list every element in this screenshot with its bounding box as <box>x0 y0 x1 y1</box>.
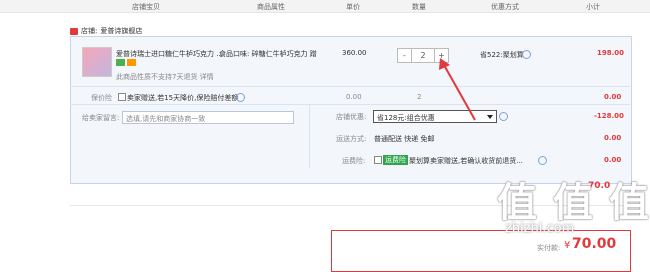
product-title[interactable]: 爱普诗瑞士进口糖仁牛栌巧克力 ... <box>116 49 223 59</box>
unit-price: 360.00 <box>342 49 367 57</box>
return-note[interactable]: 此商品性质不支持7天退货 详情 <box>116 72 214 82</box>
promo-selected: 省128元:组合优惠 <box>377 114 435 122</box>
message-label: 给卖家留言: <box>82 114 120 122</box>
payment-amount: 70.00 <box>572 236 617 252</box>
watermark-logo: 值 值 值 <box>497 180 650 226</box>
store-row: 店铺: 爱普诗旗舰店 <box>70 26 142 36</box>
promo-value: -128.00 <box>594 112 624 120</box>
tag-icon <box>127 59 136 66</box>
store-label: 店铺: <box>81 27 98 35</box>
freight-value: 0.00 <box>604 156 622 164</box>
insurance-info-icon[interactable] <box>236 93 245 102</box>
shipping-value: 0.00 <box>604 134 622 142</box>
insurance-price: 0.00 <box>346 93 362 101</box>
annotation-arrow <box>439 58 476 121</box>
insurance-checkbox[interactable] <box>118 93 126 101</box>
insurance-label: 保价险 <box>91 94 112 102</box>
discount-info-icon[interactable] <box>522 50 531 59</box>
payment-summary: 实付款: ¥ 70.00 <box>331 230 631 272</box>
store-icon <box>70 27 78 35</box>
currency-symbol: ¥ <box>564 240 571 251</box>
message-input[interactable]: 选填,请先和商家协商一致 <box>122 111 294 124</box>
freight-info-icon[interactable] <box>538 156 547 165</box>
insurance-text: 卖家赠送,若15天降价,保险赔付差额 <box>127 94 239 102</box>
decrease-button[interactable]: - <box>398 49 411 62</box>
col-price: 单价 <box>346 3 360 11</box>
column-divider <box>309 104 310 168</box>
insurance-total: 0.00 <box>604 93 622 101</box>
divider <box>70 86 630 87</box>
chevron-down-icon <box>487 115 493 119</box>
insurance-qty: 2 <box>417 93 422 101</box>
col-store-item: 店铺宝贝 <box>132 3 160 11</box>
col-subtotal: 小计 <box>586 3 600 11</box>
divider <box>70 104 630 105</box>
shipping-label: 运送方式: <box>336 135 367 143</box>
col-quantity: 数量 <box>412 3 426 11</box>
freight-text: 聚划算卖家赠送,若确认收货前退货... <box>409 157 523 165</box>
freight-checkbox[interactable] <box>374 156 382 164</box>
store-name[interactable]: 爱普诗旗舰店 <box>100 26 142 36</box>
col-discount: 优惠方式 <box>491 3 519 11</box>
table-header: 店铺宝贝 商品属性 单价 数量 优惠方式 小计 <box>0 0 650 13</box>
product-thumbnail[interactable] <box>82 47 112 77</box>
freight-badge: 运费险 <box>383 155 408 165</box>
product-attribute: 食品口味: 碎糖仁牛栌巧克力 蹭 <box>219 50 317 58</box>
watermark-url: zhizhi.com <box>505 221 575 236</box>
col-attributes: 商品属性 <box>257 3 285 11</box>
promo-info-icon[interactable] <box>499 112 508 121</box>
promo-label: 店铺优惠: <box>336 113 367 121</box>
tag-icon <box>116 59 125 66</box>
subtotal: 198.00 <box>597 49 625 57</box>
shipping-method[interactable]: 普通配送 快递 免邮 <box>374 134 434 144</box>
discount-text: 省522:聚划算 <box>480 51 524 59</box>
message-placeholder: 选填,请先和商家协商一致 <box>126 115 206 123</box>
freight-label: 运费险: <box>342 157 366 165</box>
